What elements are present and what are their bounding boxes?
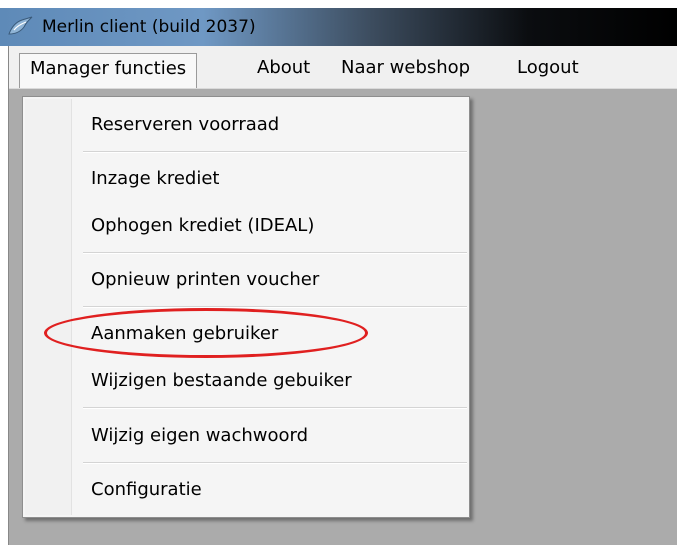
menuitem-reserveren-voorraad[interactable]: Reserveren voorraad: [91, 110, 279, 140]
dropdown-separator: [83, 151, 467, 153]
dropdown-separator: [83, 252, 467, 254]
menuitem-wijzig-eigen-wachtwoord[interactable]: Wijzig eigen wachwoord: [91, 421, 308, 451]
menu-naar-webshop[interactable]: Naar webshop: [331, 53, 480, 83]
title-bar: Merlin client (build 2037): [0, 8, 677, 46]
menuitem-wijzigen-bestaande-gebruiker[interactable]: Wijzigen bestaande gebuiker: [91, 366, 352, 396]
manager-functies-dropdown: Reserveren voorraad Inzage krediet Ophog…: [22, 96, 470, 518]
menuitem-configuratie[interactable]: Configuratie: [91, 475, 202, 505]
merlin-app-icon: [8, 16, 33, 35]
menuitem-inzage-krediet[interactable]: Inzage krediet: [91, 164, 219, 194]
dropdown-separator: [83, 407, 467, 409]
menuitem-opnieuw-printen-voucher[interactable]: Opnieuw printen voucher: [91, 265, 319, 295]
menuitem-ophogen-krediet[interactable]: Ophogen krediet (IDEAL): [91, 211, 314, 241]
highlight-ellipse: [44, 308, 368, 358]
menu-logout[interactable]: Logout: [507, 53, 589, 83]
menu-bar: Manager functies About Naar webshop Logo…: [9, 46, 677, 89]
window-title: Merlin client (build 2037): [42, 17, 256, 37]
menu-about[interactable]: About: [247, 53, 320, 83]
menu-manager-functies[interactable]: Manager functies: [19, 53, 198, 88]
dropdown-separator: [83, 306, 467, 308]
dropdown-icon-gutter: [25, 99, 72, 515]
dropdown-separator: [83, 462, 467, 464]
